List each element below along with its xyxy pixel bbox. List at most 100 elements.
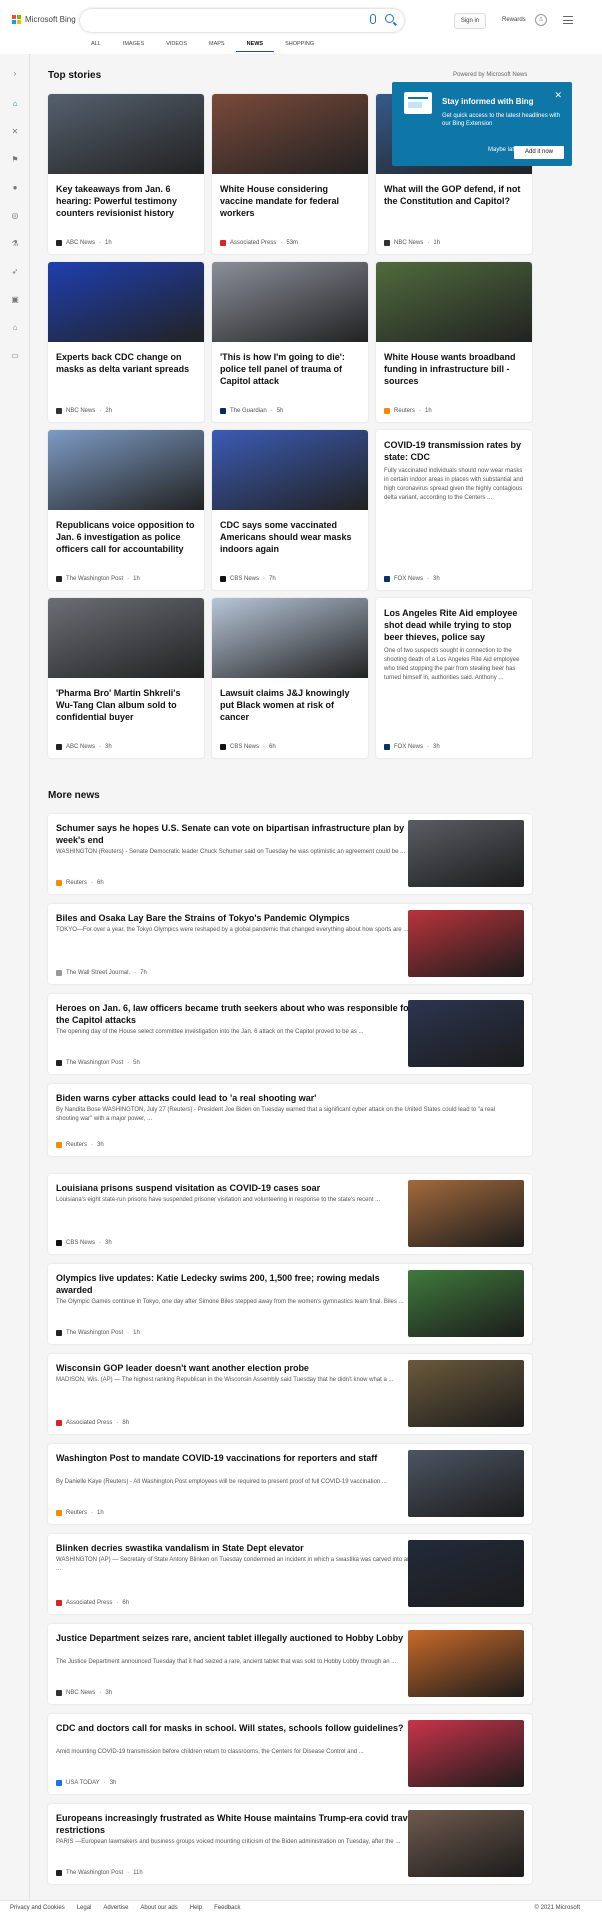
news-thumbnail[interactable]	[408, 820, 524, 887]
story-image[interactable]	[376, 262, 532, 342]
story-card[interactable]: Los Angeles Rite Aid employee shot dead …	[376, 598, 532, 758]
news-title[interactable]: Biden warns cyber attacks could lead to …	[56, 1092, 516, 1104]
search-input[interactable]	[80, 9, 404, 32]
news-row[interactable]: Olympics live updates: Katie Ledecky swi…	[48, 1264, 532, 1344]
news-row[interactable]: Washington Post to mandate COVID-19 vacc…	[48, 1444, 532, 1524]
close-icon[interactable]: ✕	[554, 90, 562, 101]
news-thumbnail[interactable]	[408, 1270, 524, 1337]
story-image[interactable]	[212, 94, 368, 174]
news-title[interactable]: Heroes on Jan. 6, law officers became tr…	[56, 1002, 416, 1026]
home-icon[interactable]: ⌂	[11, 100, 19, 108]
story-card[interactable]: Lawsuit claims J&J knowingly put Black w…	[212, 598, 368, 758]
add-it-now-button[interactable]: Add it now	[514, 146, 564, 159]
news-thumbnail[interactable]	[408, 910, 524, 977]
footer-link-legal[interactable]: Legal	[77, 1905, 92, 1911]
story-card[interactable]: COVID-19 transmission rates by state: CD…	[376, 430, 532, 590]
tab-images[interactable]: IMAGES	[112, 40, 155, 52]
news-title[interactable]: Olympics live updates: Katie Ledecky swi…	[56, 1272, 416, 1296]
flag-icon[interactable]: ⚑	[11, 156, 19, 164]
story-image[interactable]	[48, 94, 204, 174]
news-row[interactable]: CDC and doctors call for masks in school…	[48, 1714, 532, 1794]
story-title[interactable]: Key takeaways from Jan. 6 hearing: Power…	[48, 174, 204, 219]
microphone-icon[interactable]	[370, 14, 376, 24]
news-row[interactable]: Biles and Osaka Lay Bare the Strains of …	[48, 904, 532, 984]
news-row[interactable]: Blinken decries swastika vandalism in St…	[48, 1534, 532, 1614]
news-thumbnail[interactable]	[408, 1360, 524, 1427]
bing-logo[interactable]: Microsoft Bing	[12, 15, 76, 24]
story-image[interactable]	[212, 430, 368, 510]
news-thumbnail[interactable]	[408, 1540, 524, 1607]
science-icon[interactable]: ⚗	[11, 240, 19, 248]
story-card[interactable]: 'Pharma Bro' Martin Shkreli's Wu-Tang Cl…	[48, 598, 204, 758]
news-title[interactable]: Blinken decries swastika vandalism in St…	[56, 1542, 416, 1554]
news-title[interactable]: Washington Post to mandate COVID-19 vacc…	[56, 1452, 416, 1464]
story-title[interactable]: Lawsuit claims J&J knowingly put Black w…	[212, 678, 368, 723]
news-title[interactable]: Europeans increasingly frustrated as Whi…	[56, 1812, 416, 1836]
politics-icon[interactable]: ⌂	[11, 324, 19, 332]
story-title[interactable]: 'This is how I'm going to die': police t…	[212, 342, 368, 387]
tab-news[interactable]: NEWS	[235, 40, 275, 52]
story-image[interactable]	[212, 262, 368, 342]
story-title[interactable]: CDC says some vaccinated Americans shoul…	[212, 510, 368, 555]
tab-maps[interactable]: MAPS	[198, 40, 236, 52]
story-title[interactable]: Los Angeles Rite Aid employee shot dead …	[376, 598, 532, 643]
story-image[interactable]	[48, 598, 204, 678]
tab-shopping[interactable]: SHOPPING	[274, 40, 325, 52]
news-thumbnail[interactable]	[408, 1450, 524, 1517]
footer-link-feedback[interactable]: Feedback	[214, 1905, 240, 1911]
news-thumbnail[interactable]	[408, 1180, 524, 1247]
sign-in-button[interactable]: Sign in	[454, 13, 486, 29]
story-title[interactable]: Republicans voice opposition to Jan. 6 i…	[48, 510, 204, 555]
footer-link-advertise[interactable]: Advertise	[103, 1905, 128, 1911]
news-thumbnail[interactable]	[408, 1000, 524, 1067]
story-card[interactable]: White House considering vaccine mandate …	[212, 94, 368, 254]
story-title[interactable]: White House considering vaccine mandate …	[212, 174, 368, 219]
entertainment-icon[interactable]: ▣	[11, 296, 19, 304]
story-title[interactable]: Experts back CDC change on masks as delt…	[48, 342, 204, 375]
news-title[interactable]: Wisconsin GOP leader doesn't want anothe…	[56, 1362, 416, 1374]
business-icon[interactable]: ▭	[11, 352, 19, 360]
menu-icon[interactable]	[563, 16, 573, 27]
story-card[interactable]: Experts back CDC change on masks as delt…	[48, 262, 204, 422]
footer-link-about-ads[interactable]: About our ads	[140, 1905, 177, 1911]
story-card[interactable]: 'This is how I'm going to die': police t…	[212, 262, 368, 422]
news-title[interactable]: Biles and Osaka Lay Bare the Strains of …	[56, 912, 416, 924]
news-row[interactable]: Wisconsin GOP leader doesn't want anothe…	[48, 1354, 532, 1434]
world-icon[interactable]: ◎	[11, 212, 19, 220]
story-card[interactable]: Republicans voice opposition to Jan. 6 i…	[48, 430, 204, 590]
story-image[interactable]	[48, 262, 204, 342]
news-title[interactable]: Louisiana prisons suspend visitation as …	[56, 1182, 416, 1194]
story-card[interactable]: Key takeaways from Jan. 6 hearing: Power…	[48, 94, 204, 254]
rewards-trophy-icon[interactable]: ♙	[535, 14, 547, 26]
footer-link-help[interactable]: Help	[190, 1905, 202, 1911]
story-title[interactable]: COVID-19 transmission rates by state: CD…	[376, 430, 532, 463]
story-title[interactable]: White House wants broadband funding in i…	[376, 342, 532, 387]
story-image[interactable]	[48, 430, 204, 510]
news-row[interactable]: Biden warns cyber attacks could lead to …	[48, 1084, 532, 1156]
news-title[interactable]: Schumer says he hopes U.S. Senate can vo…	[56, 822, 416, 846]
news-row[interactable]: Europeans increasingly frustrated as Whi…	[48, 1804, 532, 1884]
news-row[interactable]: Heroes on Jan. 6, law officers became tr…	[48, 994, 532, 1074]
tab-all[interactable]: ALL	[80, 40, 112, 52]
story-card[interactable]: White House wants broadband funding in i…	[376, 262, 532, 422]
story-image[interactable]	[212, 598, 368, 678]
news-row[interactable]: Louisiana prisons suspend visitation as …	[48, 1174, 532, 1254]
expand-icon[interactable]: ›	[11, 70, 19, 78]
news-title[interactable]: CDC and doctors call for masks in school…	[56, 1722, 416, 1734]
search-icon[interactable]	[385, 14, 394, 23]
news-thumbnail[interactable]	[408, 1630, 524, 1697]
tab-videos[interactable]: VIDEOS	[155, 40, 198, 52]
footer-link-privacy[interactable]: Privacy and Cookies	[10, 1905, 65, 1911]
news-row[interactable]: Justice Department seizes rare, ancient …	[48, 1624, 532, 1704]
news-thumbnail[interactable]	[408, 1810, 524, 1877]
story-card[interactable]: CDC says some vaccinated Americans shoul…	[212, 430, 368, 590]
rewards-link[interactable]: Rewards	[502, 17, 526, 23]
news-title[interactable]: Justice Department seizes rare, ancient …	[56, 1632, 416, 1644]
story-title[interactable]: What will the GOP defend, if not the Con…	[376, 174, 532, 207]
sports-icon[interactable]: ✕	[11, 128, 19, 136]
news-thumbnail[interactable]	[408, 1720, 524, 1787]
story-title[interactable]: 'Pharma Bro' Martin Shkreli's Wu-Tang Cl…	[48, 678, 204, 723]
location-icon[interactable]: ●	[11, 184, 19, 192]
tech-icon[interactable]: ➶	[11, 268, 19, 276]
news-row[interactable]: Schumer says he hopes U.S. Senate can vo…	[48, 814, 532, 894]
